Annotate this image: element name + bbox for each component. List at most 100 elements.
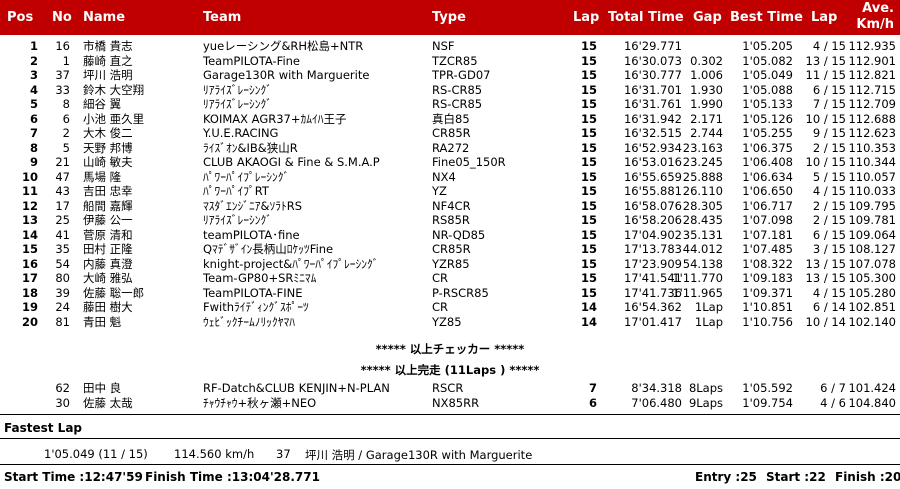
cell-type: CR (432, 271, 449, 285)
cell-type: CR85R (432, 126, 471, 140)
finish-count: Finish :20 (835, 470, 900, 484)
cell-best-lap: 10 / 15 (805, 155, 846, 169)
cell-no: 81 (55, 314, 70, 329)
cell-ave: 110.033 (848, 184, 896, 198)
cell-no: 33 (55, 82, 70, 97)
cell-team: RF-Datch&CLUB KENJIN+N-PLAN (203, 381, 390, 395)
cell-ave: 112.821 (848, 68, 896, 82)
header-type: Type (432, 10, 466, 25)
table-row: 6 6 小池 亜久里 KOIMAX AGR37+ｶﾑｲﾊ王子 真白85 15 16'31.9… (0, 111, 900, 126)
header-no: No (52, 10, 72, 25)
header-best-time: Best Time (730, 10, 803, 25)
cell-gap: 1Lap (694, 300, 723, 314)
cell-type: RSCR (432, 381, 464, 395)
cell-type: NF4CR (432, 198, 471, 213)
cell-best-lap: 4 / 15 (812, 285, 846, 300)
cell-best-time: 1'06.375 (742, 140, 793, 155)
table-row: 11 43 吉田 忠幸 ﾊﾟﾜｰﾊﾟｲﾌﾟRT YZ 15 16'55.881 26.110 1… (0, 185, 900, 198)
cell-lap: 15 (580, 227, 597, 242)
cell-gap: 26.110 (682, 184, 723, 198)
cell-lap: 15 (580, 68, 597, 82)
table-row: 30 佐藤 太哉 ﾁｬｳﾁｬｳ+秋ヶ瀬+NEO NX85RR 6 7'06.480 9Lap… (0, 397, 900, 410)
cell-no: 54 (55, 256, 70, 271)
table-row: 10 47 馬場 隆ﾊﾟﾜｰﾊﾟｲﾌﾟﾚｰｼﾝｸﾞ NX4 15 16'55.659 25.… (0, 169, 900, 184)
table-row: 19 24 藤田 樹大 Fwithﾗｲﾃﾞｨﾝｸﾞｽﾎﾟｰﾂ CR 14 16'54.362… (0, 301, 900, 314)
cell-gap: 8Laps (688, 381, 723, 395)
cell-best-time: 1'08.322 (742, 256, 793, 271)
cell-best-lap: 7 / 15 (812, 97, 846, 111)
cell-best-time: 1'06.408 (742, 155, 793, 169)
cell-lap: 15 (580, 169, 597, 184)
cell-gap: 44.012 (682, 242, 723, 256)
cell-best-time: 1'10.851 (742, 300, 793, 314)
fastest-lap-speed: 114.560 km/h (174, 447, 255, 461)
header-team: Team (203, 10, 242, 25)
table-row: 5 8 細谷 翼ﾘｱﾗｲｽﾞﾚｰｼﾝｸﾞ RS-CR85 15 16'31.761 1.99… (0, 98, 900, 111)
cell-no: 43 (55, 184, 70, 198)
table-row: 18 39 佐藤 聡一郎 TeamPILOTA-FINE P-RSCR85 15 17'41… (0, 285, 900, 300)
cell-best-time: 1'05.126 (742, 111, 793, 126)
cell-pos: 20 (21, 314, 38, 329)
cell-type: Fine05_150R (432, 155, 506, 169)
cell-no: 80 (55, 271, 70, 285)
cell-ave: 107.078 (848, 256, 896, 271)
cell-name: 藤田 樹大 (83, 300, 133, 314)
cell-type: RS-CR85 (432, 82, 483, 97)
table-row: 9 21 山崎 敏夫 CLUB AKAOGI & Fine & S.M.A.P Fine… (0, 156, 900, 169)
fastest-lap-driver: 坪川 浩明 / Garage130R with Marguerite (305, 448, 533, 462)
cell-type: YZ85 (432, 314, 462, 329)
entry-count: Entry :25 (695, 470, 757, 484)
finish-time: Finish Time :13:04'28.771 (145, 470, 320, 484)
cell-name: 伊藤 公一 (83, 213, 133, 227)
cell-pos: 18 (21, 285, 38, 300)
cell-lap: 15 (580, 285, 597, 300)
cell-gap: 23.245 (682, 155, 723, 169)
cell-no: 16 (55, 39, 70, 53)
cell-best-lap: 10 / 14 (805, 314, 846, 329)
cell-no: 41 (55, 227, 70, 242)
cell-type: 真白85 (432, 111, 470, 126)
cell-best-lap: 6 / 15 (812, 82, 846, 97)
cell-ave: 109.795 (848, 198, 896, 213)
cell-type: NR-QD85 (432, 227, 486, 242)
cell-lap: 6 (588, 396, 597, 410)
cell-best-time: 1'07.098 (742, 213, 793, 227)
cell-ave: 110.057 (848, 169, 896, 184)
cell-best-lap: 5 / 15 (812, 169, 846, 184)
cell-type: NX85RR (432, 396, 480, 410)
cell-name: 大木 俊二 (83, 126, 133, 140)
cell-best-lap: 2 / 15 (812, 198, 846, 213)
cell-best-time: 1'07.485 (742, 242, 793, 256)
cell-team: ﾊﾟﾜｰﾊﾟｲﾌﾟﾚｰｼﾝｸﾞ (203, 169, 290, 184)
cell-pos: 19 (21, 300, 38, 314)
cell-best-time: 1'09.183 (742, 271, 793, 285)
cell-type: TZCR85 (432, 53, 478, 68)
cell-gap: 1Lap (694, 314, 723, 329)
cell-best-time: 1'05.255 (742, 126, 793, 140)
cell-best-time: 1'05.082 (742, 53, 793, 68)
cell-team: knight-project&ﾊﾟﾜｰﾊﾟｲﾌﾟﾚｰｼﾝｸﾞ (203, 256, 379, 271)
cell-ave: 104.840 (848, 396, 896, 410)
header-lap: Lap (573, 10, 600, 25)
checker-note: ***** 以上チェッカー ***** (375, 342, 525, 356)
finish-note: ***** 以上完走 (11Laps ) ***** (360, 363, 540, 377)
cell-name: 田村 正隆 (83, 242, 133, 256)
cell-team: ﾘｱﾗｲｽﾞﾚｰｼﾝｸﾞ (203, 82, 272, 97)
cell-team: ｳｪﾋﾞｯｸﾁｰﾑﾉﾘｯｸﾔﾏﾊ (203, 314, 295, 329)
cell-best-lap: 6 / 15 (812, 227, 846, 242)
cell-best-lap: 9 / 15 (812, 126, 846, 140)
cell-team: ﾊﾟﾜｰﾊﾟｲﾌﾟRT (203, 184, 269, 198)
cell-best-lap: 13 / 15 (805, 256, 846, 271)
cell-gap: 1'11.965 (672, 285, 723, 300)
cell-total-time: 16'29.771 (623, 39, 682, 53)
cell-gap: 28.435 (682, 213, 723, 227)
cell-name: 山崎 敏夫 (83, 155, 133, 169)
cell-ave: 105.280 (848, 285, 896, 300)
cell-best-time: 1'07.181 (742, 227, 793, 242)
start-count: Start :22 (766, 470, 826, 484)
cell-name: 田中 良 (83, 381, 122, 395)
cell-lap: 7 (588, 381, 597, 395)
start-time: Start Time :12:47'59 (4, 470, 143, 484)
cell-team: Garage130R with Marguerite (203, 68, 370, 82)
table-row: 17 80 大崎 雅弘 Team-GP80+SRﾐﾆﾏﾑ CR 15 17'41.541 1'… (0, 272, 900, 285)
